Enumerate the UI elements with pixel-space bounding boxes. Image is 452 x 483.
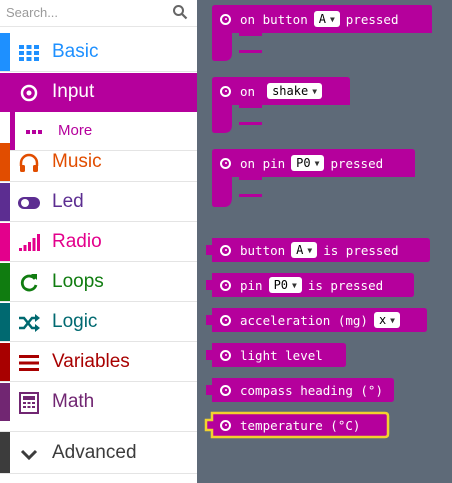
block-button-is-pressed[interactable]: button A ▼ is pressed — [206, 238, 431, 262]
input-target-icon — [220, 419, 231, 431]
headphones-icon — [19, 153, 39, 172]
block-text: pressed — [345, 11, 399, 27]
axis-dropdown[interactable]: x ▼ — [373, 312, 400, 328]
category-color-bar — [0, 263, 10, 301]
input-target-icon — [220, 85, 231, 97]
category-color-bar — [0, 183, 10, 221]
search-icon[interactable] — [172, 4, 188, 20]
calculator-icon — [19, 392, 39, 414]
dropdown-value: x — [378, 313, 387, 327]
category-logic[interactable]: Logic — [0, 303, 197, 342]
category-label: Led — [52, 191, 84, 212]
category-color-bar — [0, 303, 10, 341]
category-label: Radio — [52, 231, 102, 252]
dropdown-arrow-icon: ▼ — [390, 315, 395, 325]
chevron-down-icon — [20, 449, 38, 461]
block-text: pin — [240, 277, 263, 293]
category-label: Music — [52, 151, 102, 172]
input-target-icon — [220, 244, 231, 256]
block-text: on — [240, 83, 256, 99]
gesture-dropdown[interactable]: shake ▼ — [267, 83, 323, 99]
pin-dropdown[interactable]: P0 ▼ — [291, 155, 325, 171]
block-text: acceleration (mg) — [240, 312, 368, 328]
block-on-button-pressed[interactable]: on button A ▼ pressed — [212, 5, 432, 65]
button-dropdown[interactable]: A ▼ — [313, 11, 340, 27]
button-dropdown[interactable]: A ▼ — [291, 242, 318, 258]
category-separator — [0, 421, 197, 432]
category-math[interactable]: Math — [0, 383, 197, 422]
category-variables[interactable]: Variables — [0, 343, 197, 382]
category-label: Logic — [52, 311, 98, 332]
category-color-bar — [0, 143, 10, 181]
input-target-icon — [220, 279, 231, 291]
block-text: on pin — [240, 155, 286, 171]
list-lines-icon — [19, 355, 39, 371]
dropdown-arrow-icon: ▼ — [329, 14, 335, 24]
category-label: Basic — [52, 41, 99, 62]
block-acceleration[interactable]: acceleration (mg) x ▼ — [206, 308, 431, 332]
input-target-icon — [220, 157, 231, 169]
block-text: is pressed — [323, 242, 399, 258]
category-label: Loops — [52, 271, 104, 292]
block-text: is pressed — [307, 277, 384, 293]
blocks-flyout: on button A ▼ pressed on shake ▼ on pin P0… — [197, 0, 452, 483]
block-text: compass heading (°) — [240, 382, 383, 398]
category-color-bar — [0, 432, 10, 473]
category-radio[interactable]: Radio — [0, 223, 197, 262]
target-icon — [20, 84, 38, 102]
toggle-icon — [18, 197, 40, 209]
search-input[interactable] — [6, 2, 156, 22]
block-pin-is-pressed[interactable]: pin P0 ▼ is pressed — [206, 273, 416, 297]
input-target-icon — [220, 314, 231, 326]
block-light-level[interactable]: light level — [206, 343, 351, 367]
category-basic[interactable]: Basic — [0, 33, 197, 72]
dropdown-value: shake — [272, 84, 309, 98]
category-label: Variables — [52, 351, 130, 372]
block-on-pin-pressed[interactable]: on pin P0 ▼ pressed — [212, 149, 417, 211]
category-advanced[interactable]: Advanced — [0, 432, 197, 474]
shuffle-icon — [19, 314, 40, 332]
dropdown-value: P0 — [296, 156, 311, 170]
category-color-bar — [0, 33, 10, 71]
category-label: Input — [52, 81, 95, 102]
input-target-icon — [220, 384, 231, 396]
input-target-icon — [220, 349, 231, 361]
category-label: More — [58, 122, 93, 139]
category-music[interactable]: Music — [0, 143, 197, 182]
dropdown-arrow-icon: ▼ — [314, 158, 320, 168]
dropdown-value: A — [296, 243, 304, 257]
block-text: pressed — [330, 155, 384, 171]
block-text: temperature (°C) — [240, 417, 361, 433]
category-led[interactable]: Led — [0, 183, 197, 222]
category-loops[interactable]: Loops — [0, 263, 197, 302]
block-text: light level — [240, 347, 323, 363]
input-target-icon — [220, 13, 231, 25]
block-text: button — [240, 242, 286, 258]
category-label: Math — [52, 391, 95, 412]
grid-icon — [19, 45, 39, 61]
block-on-gesture[interactable]: on shake ▼ — [212, 77, 352, 137]
pin-dropdown[interactable]: P0 ▼ — [268, 277, 302, 293]
category-color-bar — [0, 383, 10, 421]
block-compass-heading[interactable]: compass heading (°) — [206, 378, 396, 402]
more-dots-icon — [26, 130, 42, 134]
category-label: Advanced — [52, 442, 137, 463]
refresh-icon — [20, 274, 38, 292]
search-bar — [0, 0, 197, 27]
toolbox-sidebar: Basic Input More Music Led — [0, 0, 197, 483]
block-temperature[interactable]: temperature (°C) — [204, 411, 392, 439]
dropdown-value: A — [318, 12, 326, 26]
category-input[interactable]: Input — [0, 73, 197, 112]
dropdown-arrow-icon: ▼ — [312, 86, 318, 96]
category-color-bar — [0, 343, 10, 381]
signal-bars-icon — [19, 234, 40, 251]
category-color-bar — [0, 223, 10, 261]
dropdown-arrow-icon: ▼ — [292, 280, 297, 290]
dropdown-arrow-icon: ▼ — [307, 245, 313, 255]
dropdown-value: P0 — [273, 278, 289, 292]
block-text: on button — [240, 11, 308, 27]
